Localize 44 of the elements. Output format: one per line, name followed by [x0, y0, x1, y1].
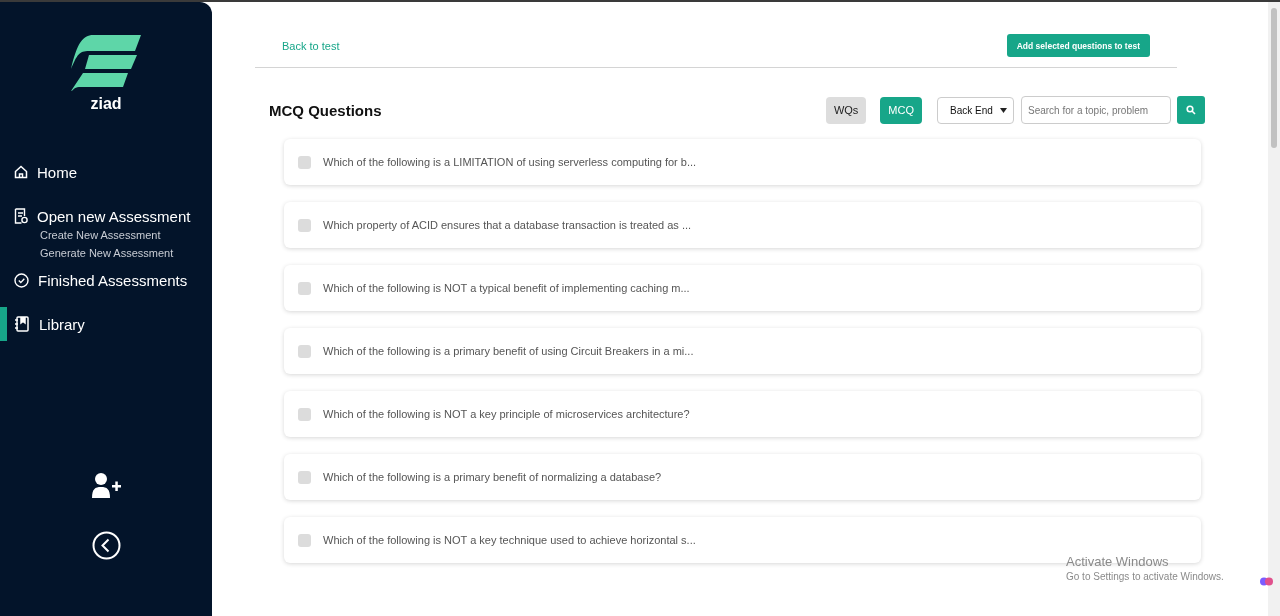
sub-nav-link[interactable]: Generate New Assessment: [40, 247, 212, 259]
filter-tab[interactable]: WQs: [825, 96, 867, 124]
nav-label: Open new Assessment: [37, 207, 191, 225]
nav-label: Home: [37, 163, 77, 181]
question-card[interactable]: Which of the following is NOT a typical benefit of implementing caching m...: [284, 265, 1201, 311]
question-card[interactable]: Which of the following is a primary benefit of using Circuit Breakers in a mi...: [284, 328, 1201, 374]
document-icon: [14, 208, 28, 224]
nav-item[interactable]: Library: [0, 307, 212, 341]
checkbox[interactable]: [298, 218, 311, 232]
nav-item[interactable]: Finished Assessments: [0, 263, 212, 297]
checkbox[interactable]: [298, 155, 311, 169]
question-text: Which of the following is a LIMITATION of using serverless computing for b...: [323, 156, 697, 168]
question-text: Which of the following is NOT a key technique used to achieve horizontal s...: [323, 534, 696, 546]
section-title: MCQ Questions: [269, 101, 383, 119]
search-icon: [1186, 105, 1196, 115]
add-user-icon[interactable]: [91, 473, 121, 498]
question-card[interactable]: Which of the following is NOT a key principle of microservices architecture?: [284, 391, 1201, 437]
question-text: Which of the following is a primary benefit of normalizing a database?: [323, 471, 662, 483]
checkbox[interactable]: [298, 533, 311, 547]
book-icon: [14, 316, 30, 332]
scrollbar[interactable]: [1268, 2, 1280, 616]
logo-icon: [71, 35, 141, 91]
home-icon: [14, 165, 28, 179]
question-card[interactable]: Which of the following is a primary benefit of normalizing a database?: [284, 454, 1201, 500]
checkbox[interactable]: [298, 281, 311, 295]
nav-item[interactable]: Home: [0, 155, 212, 189]
nav-label: Library: [39, 315, 85, 333]
checkbox[interactable]: [298, 344, 311, 358]
question-card[interactable]: Which of the following is a LIMITATION of using serverless computing for b...: [284, 139, 1201, 185]
checkbox[interactable]: [298, 470, 311, 484]
question-text: Which of the following is NOT a key principle of microservices architecture?: [323, 408, 690, 420]
brand-name: ziad: [90, 95, 122, 113]
question-text: Which property of ACID ensures that a database transaction is treated as ...: [323, 219, 692, 231]
nav-label: Finished Assessments: [38, 271, 188, 289]
search-field[interactable]: Search for a topic, problem: [1021, 96, 1171, 124]
checkbox[interactable]: [298, 407, 311, 421]
sub-nav-link[interactable]: Create New Assessment: [40, 229, 212, 241]
check-circle-icon: [14, 272, 29, 288]
question-text: Which of the following is NOT a typical benefit of implementing caching m...: [323, 282, 690, 294]
search-button[interactable]: [1177, 96, 1205, 124]
question-card[interactable]: Which property of ACID ensures that a database transaction is treated as ...: [284, 202, 1201, 248]
question-text: Which of the following is a primary benefit of using Circuit Breakers in a mi...: [323, 345, 694, 357]
caret-icon: [1000, 107, 1007, 113]
category-select[interactable]: Back End: [937, 96, 1014, 124]
